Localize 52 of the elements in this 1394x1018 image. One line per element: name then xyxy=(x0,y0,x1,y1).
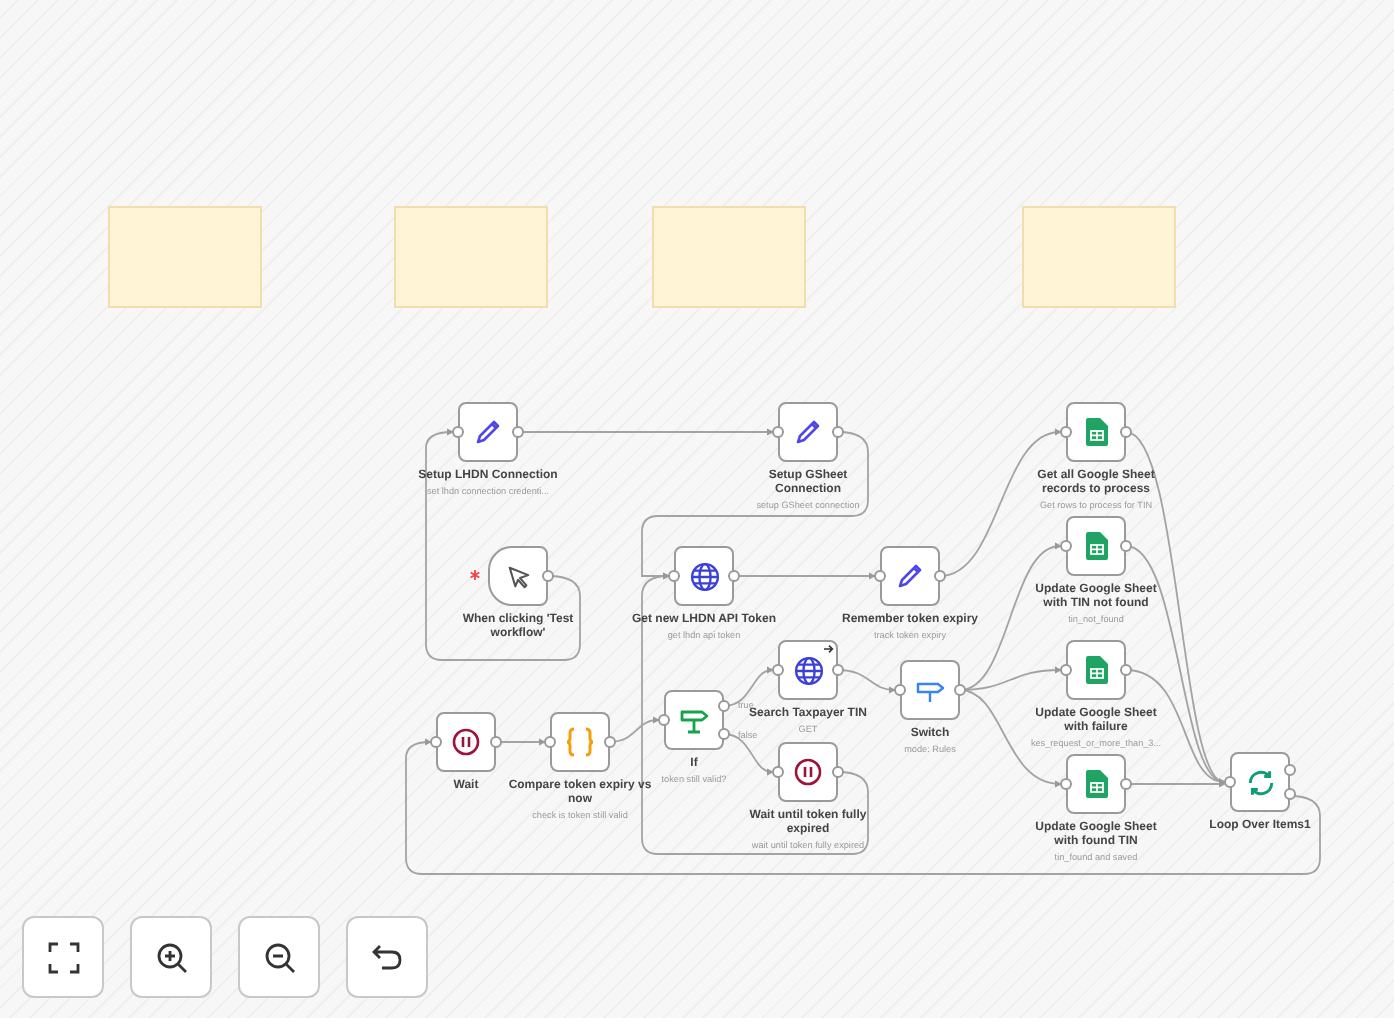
fit-view-button[interactable] xyxy=(22,916,104,998)
loop-icon xyxy=(1245,767,1275,797)
connection-handle[interactable] xyxy=(1060,540,1072,552)
globe-icon xyxy=(793,655,823,685)
zoom-in-button[interactable] xyxy=(130,916,212,998)
workflow-node[interactable] xyxy=(436,712,496,772)
connection-handle[interactable] xyxy=(772,426,784,438)
expand-icon xyxy=(43,937,83,977)
undo-button[interactable] xyxy=(346,916,428,998)
connection-handle[interactable] xyxy=(668,570,680,582)
globe-icon xyxy=(689,561,719,591)
workflow-node[interactable] xyxy=(488,546,548,606)
workflow-node[interactable] xyxy=(880,546,940,606)
spreadsheet-icon xyxy=(1085,656,1107,684)
braces-icon xyxy=(564,726,596,758)
pencil-icon xyxy=(896,562,924,590)
workflow-node[interactable] xyxy=(674,546,734,606)
connection-handle[interactable] xyxy=(1060,664,1072,676)
signpost-icon xyxy=(679,706,709,734)
pause-icon xyxy=(452,728,480,756)
connection-handle[interactable] xyxy=(894,684,906,696)
workflow-node[interactable] xyxy=(1066,754,1126,814)
workflow-node[interactable] xyxy=(1066,516,1126,576)
zoom-out-button[interactable] xyxy=(238,916,320,998)
connection-handle[interactable] xyxy=(874,570,886,582)
pencil-icon xyxy=(474,418,502,446)
connection-handle[interactable] xyxy=(1060,426,1072,438)
connection-handle[interactable] xyxy=(658,714,670,726)
connection-handle[interactable] xyxy=(772,766,784,778)
workflow-node[interactable] xyxy=(778,640,838,700)
connection-handle[interactable] xyxy=(430,736,442,748)
connection-handle[interactable] xyxy=(1224,776,1236,788)
pencil-icon xyxy=(794,418,822,446)
workflow-node[interactable] xyxy=(1066,640,1126,700)
connection-handle[interactable] xyxy=(772,664,784,676)
workflow-node[interactable] xyxy=(1230,752,1290,812)
workflow-node[interactable] xyxy=(458,402,518,462)
workflow-node[interactable] xyxy=(778,402,838,462)
workflow-node[interactable] xyxy=(1066,402,1126,462)
workflow-node[interactable] xyxy=(778,742,838,802)
connection-handle[interactable] xyxy=(452,426,464,438)
pause-icon xyxy=(794,758,822,786)
workflow-node[interactable] xyxy=(550,712,610,772)
spreadsheet-icon xyxy=(1085,532,1107,560)
connection-handle[interactable] xyxy=(1060,778,1072,790)
connection-handle[interactable] xyxy=(544,736,556,748)
spreadsheet-icon xyxy=(1085,418,1107,446)
workflow-node[interactable] xyxy=(664,690,724,750)
spreadsheet-icon xyxy=(1085,770,1107,798)
cursor-icon xyxy=(505,563,531,589)
trigger-mark-icon xyxy=(470,570,480,580)
workflow-node[interactable] xyxy=(900,660,960,720)
